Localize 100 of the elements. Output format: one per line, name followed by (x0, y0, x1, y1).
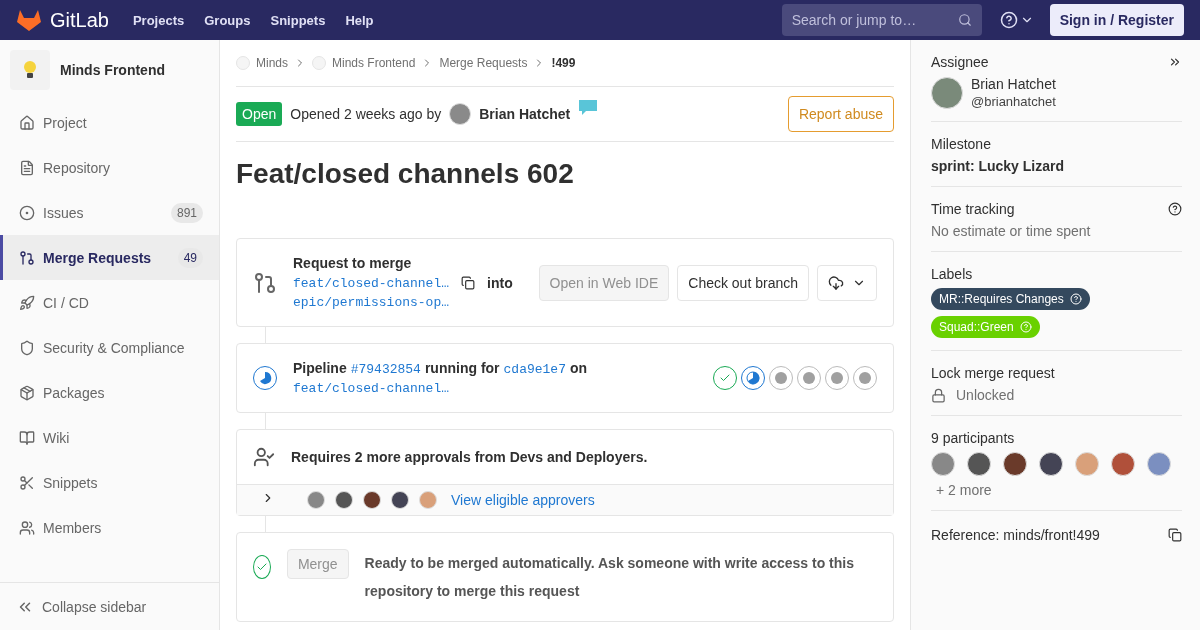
sidebar-item[interactable]: Snippets (0, 460, 219, 505)
label-tag[interactable]: MR::Requires Changes (931, 288, 1090, 310)
search-field[interactable]: Search or jump to… (781, 4, 982, 36)
view-approvers-link[interactable]: View eligible approvers (451, 492, 595, 508)
nav-icon (19, 384, 35, 401)
sign-in-button[interactable]: Sign in / Register (1049, 4, 1184, 36)
count-badge: 49 (177, 247, 203, 268)
assignee-handle: @brianhatchet (971, 94, 1056, 109)
into-text: into (487, 275, 513, 291)
time-tracking-label: Time tracking (931, 201, 1015, 217)
approver-avatar (391, 491, 409, 509)
breadcrumb-link[interactable]: Merge Requests (439, 56, 528, 70)
milestone-link[interactable]: sprint: Lucky Lizard (931, 158, 1182, 174)
approver-avatar (419, 491, 437, 509)
approvals-text: Requires 2 more approvals from Devs and Deployers. (291, 449, 648, 465)
web-ide-button[interactable]: Open in Web IDE (538, 264, 670, 301)
nav-link[interactable]: Groups (204, 12, 251, 28)
help-icon (1019, 321, 1032, 333)
sidebar-item[interactable]: CI / CD (0, 280, 219, 325)
merge-request-icon (253, 270, 277, 295)
sidebar-item[interactable]: Repository (0, 145, 219, 190)
cloud-download-icon (828, 274, 844, 291)
approver-avatar (307, 491, 325, 509)
count-badge: 891 (170, 202, 203, 223)
pipeline-link[interactable]: #79432854 (350, 362, 421, 377)
nav-icon (19, 339, 35, 356)
sidebar-item[interactable]: Merge Requests 49 (0, 235, 219, 280)
search-icon (957, 13, 972, 27)
lock-icon (931, 387, 946, 403)
approver-avatar (363, 491, 381, 509)
checkout-button[interactable]: Check out branch (677, 264, 809, 301)
nav-link[interactable]: Snippets (270, 12, 326, 28)
sidebar-item[interactable]: Security & Compliance (0, 325, 219, 370)
lock-status: Unlocked (956, 387, 1015, 403)
assignee-name[interactable]: Brian Hatchet (971, 76, 1056, 92)
nav-icon (19, 114, 35, 131)
opened-text: Opened 2 weeks ago by (290, 106, 442, 122)
commit-link[interactable]: cda9e1e7 (503, 362, 566, 377)
merge-request-title: Feat/closed channels 602 (236, 158, 575, 190)
help-button[interactable] (999, 11, 1034, 29)
branch-link[interactable]: feat/closed-channel… (293, 381, 588, 396)
nav-icon (19, 249, 35, 266)
pipeline-text: Pipeline (293, 360, 347, 376)
nav-icon (19, 474, 35, 491)
approver-avatar (335, 491, 353, 509)
project-avatar-icon (236, 56, 250, 70)
nav-link[interactable]: Projects (132, 12, 185, 28)
project-avatar-icon (312, 56, 326, 70)
breadcrumb-link[interactable]: Minds Frontend (332, 56, 416, 70)
breadcrumb-link[interactable]: !499 (551, 56, 576, 70)
sidebar-item[interactable]: Project (0, 100, 219, 145)
assignee-label: Assignee (931, 54, 989, 70)
copy-icon[interactable] (461, 276, 476, 290)
milestone-label: Milestone (931, 136, 992, 152)
assignee-avatar (931, 76, 963, 109)
merge-status-text: Ready to be merged automatically. Ask someone with write access to this repository to merge this request (364, 554, 855, 601)
sidebar-item[interactable]: Issues 891 (0, 190, 219, 235)
sidebar-item[interactable]: Members (0, 505, 219, 550)
source-branch-link[interactable]: feat/closed-channel… (293, 275, 450, 291)
time-tracking-text: No estimate or time spent (931, 223, 1092, 239)
copy-icon[interactable] (1168, 528, 1182, 542)
user-check-icon (253, 446, 275, 468)
help-icon (999, 11, 1018, 29)
download-dropdown-button[interactable] (817, 264, 877, 301)
chat-bubble-icon (578, 99, 599, 117)
nav-icon (19, 159, 35, 176)
merge-button[interactable]: Merge (286, 549, 349, 579)
expand-sidebar-icon[interactable] (1168, 55, 1182, 69)
nav-icon (19, 519, 35, 536)
nav-icon (19, 294, 35, 311)
nav-icon (19, 204, 35, 221)
avatar-icon (449, 103, 472, 125)
request-heading: Request to merge (293, 255, 413, 271)
collapse-sidebar-button[interactable]: Collapse sidebar (0, 582, 219, 630)
participant-avatar[interactable] (1039, 452, 1063, 476)
status-badge: Open (236, 102, 283, 126)
sidebar-item[interactable]: Packages (0, 370, 219, 415)
project-name[interactable]: Minds Frontend (60, 62, 165, 78)
more-participants-link[interactable]: + 2 more (931, 482, 1182, 498)
author-link[interactable]: Brian Hatchet (479, 106, 571, 122)
participant-avatar[interactable] (1003, 452, 1027, 476)
nav-icon (19, 429, 35, 446)
running-text: running for (424, 360, 500, 376)
report-abuse-button[interactable]: Report abuse (787, 96, 894, 132)
participant-avatar[interactable] (967, 452, 991, 476)
on-text: on (570, 360, 588, 376)
breadcrumb-link[interactable]: Minds (256, 56, 288, 70)
reference-text: Reference: minds/front!499 (931, 527, 1100, 543)
help-icon (1069, 293, 1082, 305)
labels-label: Labels (931, 266, 974, 282)
sidebar-item[interactable]: Wiki (0, 415, 219, 460)
fox-logo-icon (16, 8, 42, 32)
logo-text[interactable]: GitLab (50, 8, 109, 32)
participant-avatar[interactable] (1111, 452, 1135, 476)
lock-label: Lock merge request (931, 365, 1056, 381)
lightbulb-icon (23, 60, 37, 80)
participants-label: 9 participants (931, 430, 1016, 446)
target-branch-link[interactable]: epic/permissions-op… (293, 295, 513, 310)
help-icon[interactable] (1168, 202, 1182, 216)
nav-link[interactable]: Help (345, 12, 374, 28)
